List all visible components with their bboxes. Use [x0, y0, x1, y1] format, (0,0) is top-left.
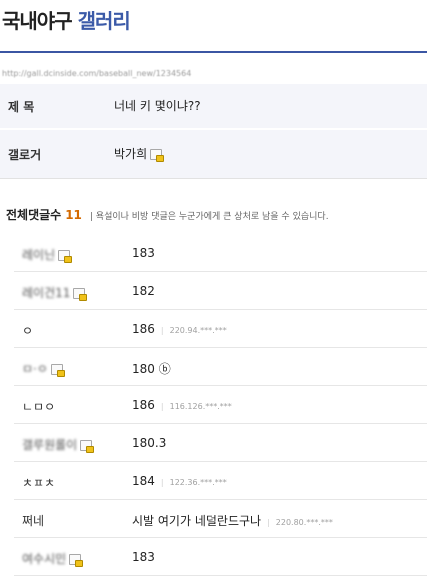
comment-body: 180 ⓑ [132, 362, 171, 376]
gallog-icon[interactable] [73, 288, 88, 301]
comment-author[interactable]: ㅇ [22, 322, 33, 339]
comment-row: ㅁ·ㅇ 180 ⓑ [14, 348, 427, 386]
comment-text: 182 [132, 284, 155, 298]
comment-row: 쩌네 시발 여기가 네덜란드구나 | 220.80.***.*** [14, 500, 427, 538]
post-url[interactable]: http://gall.dcinside.com/baseball_new/12… [2, 69, 191, 78]
comments-count: 11 [65, 208, 82, 222]
comment-ip: | 116.126.***.*** [161, 402, 232, 411]
comment-author-name: 여수시민 [22, 552, 67, 566]
gallog-icon[interactable] [69, 554, 84, 567]
comment-author-name: ㅊㅍㅊ [22, 476, 56, 490]
comment-ip-value: 122.36.***.*** [169, 478, 227, 487]
comment-ip: | 220.80.***.*** [267, 518, 333, 527]
comment-text: 180 ⓑ [132, 360, 171, 377]
comment-author-name: 레이닌 [22, 248, 56, 262]
subject-row: 제 목 너네 키 몇이냐?? [0, 84, 427, 130]
post-info-table: 제 목 너네 키 몇이냐?? 갤로거 박가희 [0, 84, 427, 179]
comment-row: 레이닌 183 [14, 234, 427, 272]
comment-body: 183 [132, 246, 155, 260]
gallery-title-main: 국내야구 [2, 9, 73, 33]
comment-row: ㅊㅍㅊ 184 | 122.36.***.*** [14, 462, 427, 500]
comment-author[interactable]: ㅁ·ㅇ [22, 360, 65, 377]
comment-row: 여수시민 183 [14, 538, 427, 576]
comment-body: 180.3 [132, 436, 167, 450]
comment-text: 시발 여기가 네덜란드구나 | 220.80.***.*** [132, 512, 333, 529]
ip-separator: | [160, 478, 164, 487]
comment-author[interactable]: ㅊㅍㅊ [22, 474, 55, 491]
gallog-icon[interactable] [58, 250, 73, 263]
comments-count-label: 전체댓글수 [6, 208, 62, 222]
comment-author[interactable]: ㄴㅁㅇ [22, 398, 55, 415]
comment-ip-value: 220.80.***.*** [275, 518, 333, 527]
comment-body: 186 [132, 322, 155, 336]
ip-separator: | [160, 402, 164, 411]
comment-text: 180.3 [132, 436, 166, 450]
comment-text: 183 [132, 246, 155, 260]
comment-body: 182 [132, 284, 155, 298]
comment-ip: | 220.94.***.*** [161, 326, 227, 335]
header-divider [0, 51, 427, 53]
comment-row: ㅇ 186 | 220.94.***.*** [14, 310, 427, 348]
gallery-title[interactable]: 국내야구 갤러리 [2, 5, 131, 34]
comment-author-name: 쩌네 [22, 514, 45, 528]
comment-author-name: ㅇ [22, 324, 34, 338]
comment-ip-value: 116.126.***.*** [169, 402, 232, 411]
author-value: 박가희 [114, 145, 165, 162]
comment-row: 레이건11 182 [14, 272, 427, 310]
comment-author[interactable]: 쩌네 [22, 512, 44, 529]
ip-separator: | [160, 326, 164, 335]
comment-row: ㄴㅁㅇ 186 | 116.126.***.*** [14, 386, 427, 424]
comment-body: 186 [132, 398, 155, 412]
comments-header: 전체댓글수 11 | 욕설이나 비방 댓글은 누군가에게 큰 상처로 남을 수 있습… [6, 204, 329, 223]
gallery-title-accent: 갤러리 [77, 9, 131, 33]
comments-notice: | 욕설이나 비방 댓글은 누군가에게 큰 상처로 남을 수 있습니다. [89, 212, 329, 222]
comment-text: 184 | 122.36.***.*** [132, 474, 227, 488]
comment-author-name: 갤루원롤이 [22, 438, 78, 452]
comment-text: 186 | 220.94.***.*** [132, 322, 227, 336]
gallog-icon[interactable] [80, 440, 95, 453]
comment-row: 갤루원롤이 180.3 [14, 424, 427, 462]
comment-body: 시발 여기가 네덜란드구나 [132, 514, 262, 528]
comment-author-name: ㅁ·ㅇ [22, 362, 48, 376]
comment-author[interactable]: 레이건11 [22, 284, 88, 301]
comment-body: 184 [132, 474, 155, 488]
comment-author[interactable]: 여수시민 [22, 550, 84, 567]
gallog-icon[interactable] [50, 364, 65, 377]
subject-label: 제 목 [8, 100, 35, 114]
comment-author[interactable]: 레이닌 [22, 246, 73, 263]
comment-list: 레이닌 183 레이건11 182 ㅇ 186 | 220.94.***.*** ㅁ·ㅇ 180 … [14, 234, 427, 576]
comment-body: 183 [132, 550, 155, 564]
author-label: 갤로거 [8, 148, 42, 162]
author-row: 갤로거 박가희 [0, 130, 427, 179]
subject-value: 너네 키 몇이냐?? [114, 99, 201, 113]
comment-author[interactable]: 갤루원롤이 [22, 436, 95, 453]
author-name[interactable]: 박가희 [114, 147, 147, 161]
comment-author-name: ㄴㅁㅇ [22, 400, 56, 414]
ip-separator: | [267, 518, 270, 527]
comment-text: 183 [132, 550, 155, 564]
comment-author-name: 레이건11 [22, 286, 71, 300]
comment-ip: | 122.36.***.*** [161, 478, 227, 487]
gallery-header: 국내야구 갤러리 [0, 0, 427, 53]
comment-ip-value: 220.94.***.*** [169, 326, 227, 335]
comment-text: 186 | 116.126.***.*** [132, 398, 232, 412]
gallog-icon[interactable] [150, 149, 165, 162]
